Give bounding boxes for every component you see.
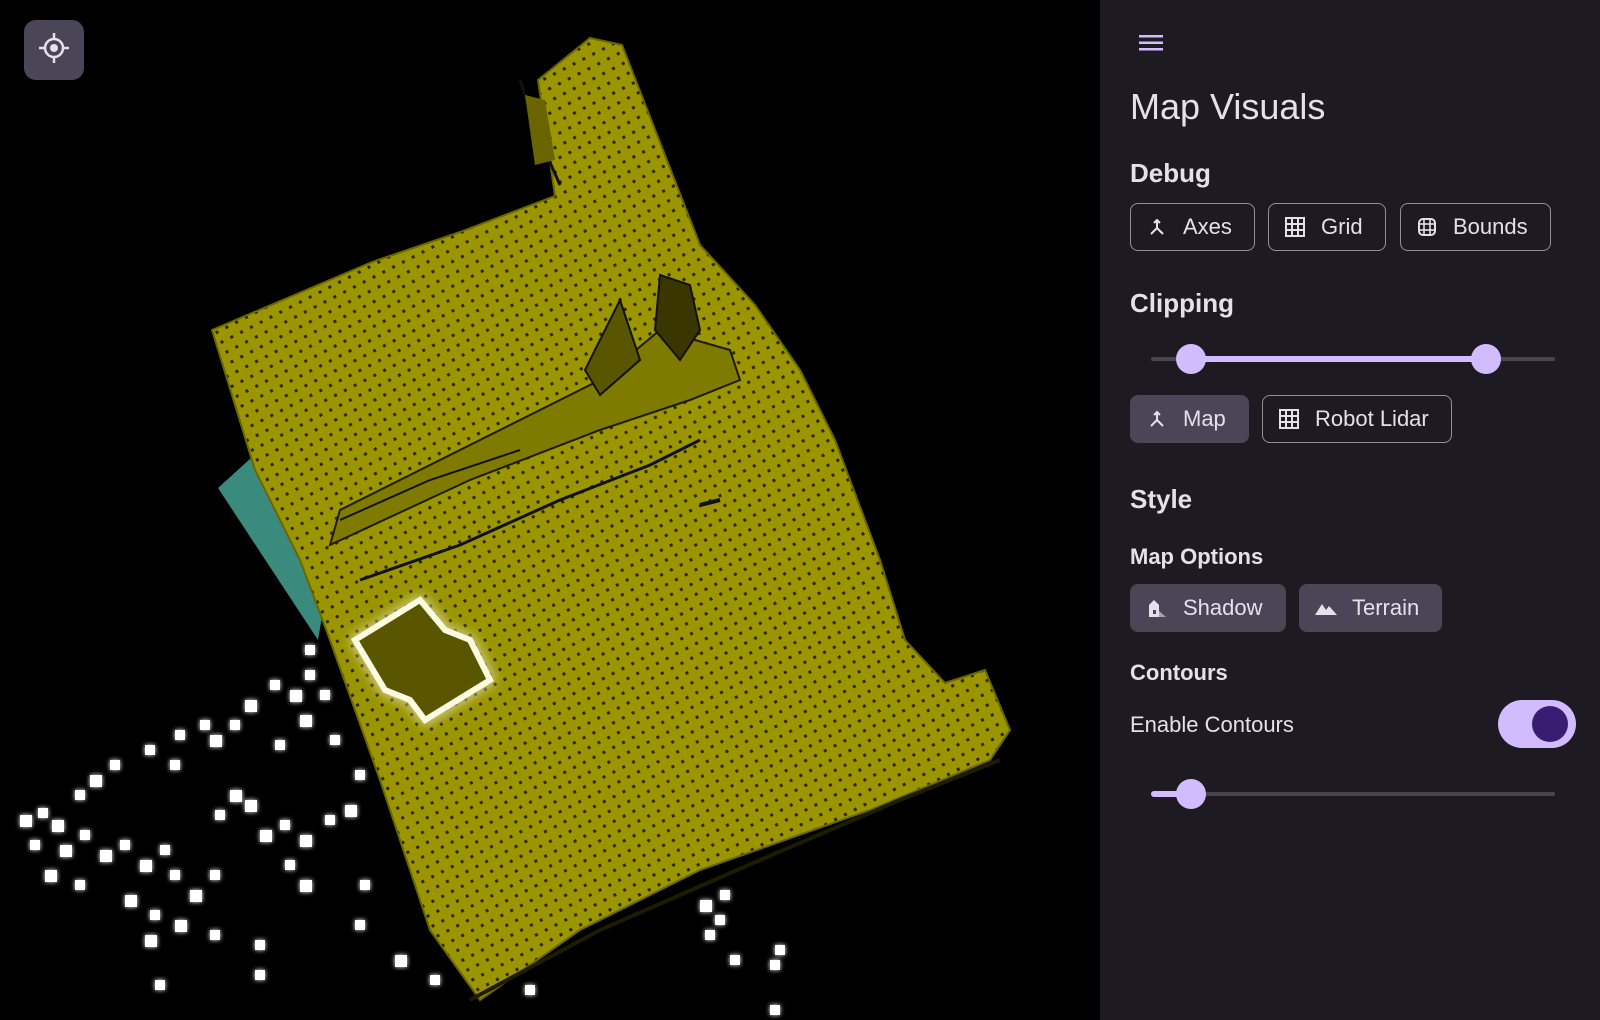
enable-contours-label: Enable Contours (1130, 712, 1294, 737)
map-scene[interactable] (0, 0, 1100, 1020)
clipping-slider-high-thumb[interactable] (1471, 344, 1502, 374)
contour-slider-thumb[interactable] (1176, 779, 1207, 809)
crosshair-icon (37, 31, 71, 70)
voxel-map (210, 36, 1012, 1002)
axes-chip[interactable]: Axes (1130, 203, 1255, 251)
bounds-icon (1415, 215, 1439, 239)
grid-icon (1277, 407, 1301, 431)
grid-chip-label: Grid (1321, 214, 1363, 239)
map-options-label: Map Options (1130, 544, 1264, 569)
bounds-chip[interactable]: Bounds (1400, 203, 1551, 251)
map-visuals-panel: Map Visuals Debug Axes Grid Bounds Clipp… (1100, 0, 1600, 1020)
panel-title: Map Visuals (1130, 86, 1326, 127)
axes-chip-label: Axes (1183, 214, 1232, 239)
map-viewport[interactable] (0, 0, 1100, 1020)
contour-slider-track[interactable] (1151, 792, 1555, 796)
grid-chip[interactable]: Grid (1268, 203, 1386, 251)
contours-label: Contours (1130, 660, 1228, 685)
bounds-chip-label: Bounds (1453, 214, 1528, 239)
grid-icon (1283, 215, 1307, 239)
menu-button[interactable] (1136, 30, 1166, 60)
map-chip-label: Map (1183, 406, 1226, 431)
axes-icon (1145, 215, 1169, 239)
shadow-chip-label: Shadow (1183, 595, 1263, 620)
terrain-chip-label: Terrain (1352, 595, 1420, 620)
terrain-chip[interactable]: Terrain (1299, 584, 1443, 632)
robot-lidar-chip[interactable]: Robot Lidar (1262, 395, 1452, 443)
debug-section-label: Debug (1130, 158, 1211, 188)
enable-contours-toggle[interactable] (1498, 700, 1576, 748)
shadow-chip[interactable]: Shadow (1130, 584, 1286, 632)
recenter-button[interactable] (24, 20, 84, 80)
style-section-label: Style (1130, 484, 1193, 514)
clipping-slider-active-range (1191, 356, 1487, 362)
shadow-icon (1145, 596, 1169, 620)
clipping-section-label: Clipping (1130, 288, 1234, 318)
axes-icon (1145, 407, 1169, 431)
robot-lidar-chip-label: Robot Lidar (1315, 406, 1429, 431)
terrain-icon (1314, 596, 1338, 620)
toggle-knob (1532, 706, 1568, 742)
clipping-slider-low-thumb[interactable] (1176, 344, 1207, 374)
map-chip[interactable]: Map (1130, 395, 1249, 443)
hamburger-menu-icon (1138, 33, 1164, 58)
